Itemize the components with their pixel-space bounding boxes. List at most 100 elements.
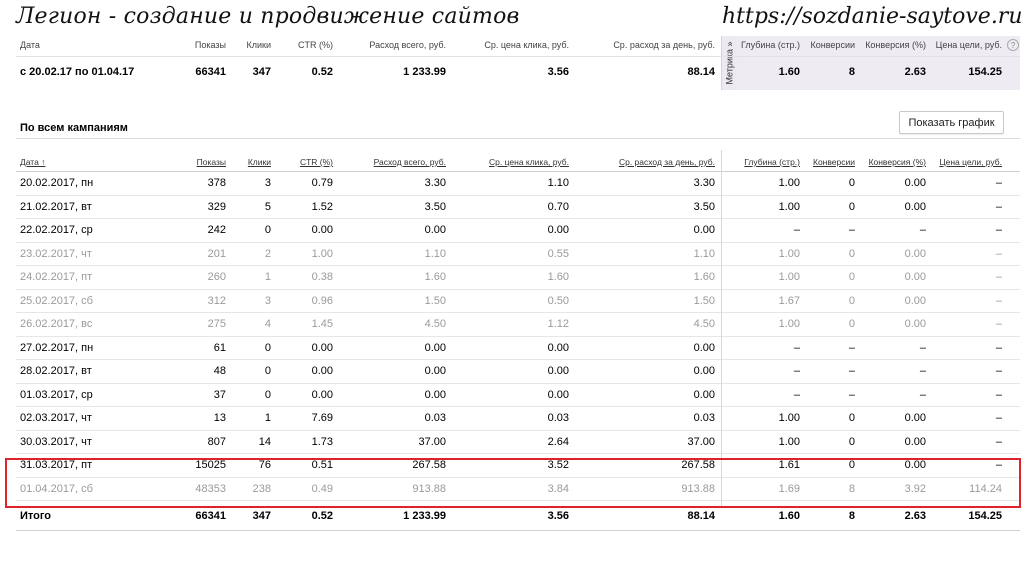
summary-divider — [16, 56, 1020, 57]
cell-avg-cpc: 1.60 — [547, 271, 569, 284]
cell-avg-daily: 0.00 — [693, 341, 715, 354]
cell-avg-cpc: 0.00 — [547, 365, 569, 378]
section-title: По всем кампаниям — [20, 122, 128, 134]
column-header-impressions[interactable]: Показы — [156, 150, 226, 171]
cell-clicks: 14 — [258, 435, 271, 448]
cell-depth: 1.00 — [778, 435, 800, 448]
cell-clicks: 4 — [264, 318, 271, 331]
table-row: 20.02.2017, пн 378 3 0.79 3.30 1.10 3.30 1.00 0 0… — [16, 172, 1020, 196]
cell-impressions: 329 — [207, 200, 226, 213]
cell-impressions: 242 — [207, 224, 226, 237]
cell-ctr: 1.73 — [311, 435, 333, 448]
cell-avg-cpc: 1.12 — [547, 318, 569, 331]
cell-ctr: 7.69 — [311, 412, 333, 425]
cell-date: 26.02.2017, вс — [20, 318, 93, 331]
cell-clicks: 0 — [264, 388, 271, 401]
cell-total-cost: 0.00 — [424, 341, 446, 354]
cell-date: 28.02.2017, вт — [20, 365, 92, 378]
cell-avg-daily: 0.00 — [693, 365, 715, 378]
table-row: 25.02.2017, сб 312 3 0.96 1.50 0.50 1.50 1.67 0 0… — [16, 290, 1020, 313]
cell-avg-daily: 0.00 — [693, 388, 715, 401]
table-row: 23.02.2017, чт 201 2 1.00 1.10 0.55 1.10 1.00 0 0… — [16, 243, 1020, 266]
summary-header-goal-cost: Цена цели, руб. — [935, 40, 1002, 50]
metrika-toggle[interactable]: Метрика » — [721, 36, 737, 90]
cell-total-cost: 1.50 — [424, 294, 446, 307]
cell-avg-cpc: 2.64 — [547, 435, 569, 448]
column-header-avg-daily[interactable]: Ср. расход за день, руб. — [569, 150, 715, 171]
cell-goal-cost: – — [995, 200, 1002, 213]
cell-total-cost: 4.50 — [424, 318, 446, 331]
column-header-conversions[interactable]: Конверсии — [800, 150, 855, 171]
cell-avg-daily: 0.00 — [693, 224, 715, 237]
column-header-goal-cost[interactable]: Цена цели, руб. — [926, 150, 1002, 171]
cell-ctr: 0.00 — [311, 224, 333, 237]
cell-clicks: 0 — [264, 341, 271, 354]
highlight-box — [5, 458, 1021, 508]
column-header-clicks[interactable]: Клики — [226, 150, 271, 171]
cell-avg-cpc: 0.00 — [547, 341, 569, 354]
question-circle-icon[interactable]: ? — [1007, 39, 1019, 51]
cell-impressions: 260 — [207, 271, 226, 284]
cell-conversions: – — [848, 388, 855, 401]
column-header-total-cost[interactable]: Расход всего, руб. — [333, 150, 446, 171]
summary-header-ctr: CTR (%) — [298, 40, 333, 50]
cell-goal-cost: – — [995, 435, 1002, 448]
cell-conversions: – — [848, 365, 855, 378]
cell-depth: 1.00 — [778, 412, 800, 425]
cell-impressions: 201 — [207, 247, 226, 260]
table-body: 20.02.2017, пн 378 3 0.79 3.30 1.10 3.30 1.00 0 0… — [16, 172, 1020, 501]
metrika-column-divider — [721, 150, 722, 508]
cell-date: 25.02.2017, сб — [20, 294, 93, 307]
cell-conversion-rate: – — [919, 224, 926, 237]
cell-avg-cpc: 0.55 — [547, 247, 569, 260]
cell-goal-cost: – — [995, 247, 1002, 260]
cell-avg-cpc: 0.03 — [547, 412, 569, 425]
summary-avg-daily: 88.14 — [687, 66, 715, 78]
cell-conversions: 0 — [848, 200, 855, 213]
cell-impressions: 378 — [207, 177, 226, 190]
summary-header-conversions: Конверсии — [810, 40, 855, 50]
table-row: 22.02.2017, ср 242 0 0.00 0.00 0.00 0.00 – – – – — [16, 219, 1020, 243]
column-header-date[interactable]: Дата ↑ — [20, 150, 45, 171]
cell-impressions: 312 — [207, 294, 226, 307]
cell-ctr: 0.38 — [311, 271, 333, 284]
cell-impressions: 48 — [213, 365, 226, 378]
show-chart-button[interactable]: Показать график — [899, 111, 1004, 134]
column-header-conversion-rate[interactable]: Конверсия (%) — [855, 150, 926, 171]
summary-conversions: 8 — [848, 66, 855, 78]
cell-total-cost: 37.00 — [418, 435, 446, 448]
column-header-depth[interactable]: Глубина (стр.) — [721, 150, 800, 171]
cell-depth: 1.67 — [778, 294, 800, 307]
cell-date: 21.02.2017, вт — [20, 200, 92, 213]
table-row: 28.02.2017, вт 48 0 0.00 0.00 0.00 0.00 – – – – — [16, 360, 1020, 384]
cell-depth: 1.00 — [778, 271, 800, 284]
table-header-row: Дата ↑ Показы Клики CTR (%) Расход всего… — [16, 150, 1020, 172]
column-header-avg-cpc[interactable]: Ср. цена клика, руб. — [446, 150, 569, 171]
cell-goal-cost: – — [995, 271, 1002, 284]
cell-date: 01.03.2017, ср — [20, 388, 93, 401]
cell-impressions: 13 — [213, 412, 226, 425]
summary-header-avg-cpc: Ср. цена клика, руб. — [484, 40, 569, 50]
table-row: 27.02.2017, пн 61 0 0.00 0.00 0.00 0.00 – – – – — [16, 337, 1020, 360]
summary-header-date: Дата — [20, 40, 40, 50]
cell-conversion-rate: – — [919, 341, 926, 354]
cell-avg-daily: 0.03 — [693, 412, 715, 425]
cell-conversion-rate: 0.00 — [904, 200, 926, 213]
cell-goal-cost: – — [995, 412, 1002, 425]
watermark-url: https://sozdanie-saytove.ru — [722, 4, 1023, 29]
summary-ctr: 0.52 — [311, 66, 333, 78]
cell-avg-daily: 1.50 — [693, 294, 715, 307]
cell-conversions: 0 — [848, 435, 855, 448]
cell-ctr: 0.00 — [311, 388, 333, 401]
cell-clicks: 3 — [264, 177, 271, 190]
column-header-ctr[interactable]: CTR (%) — [271, 150, 333, 171]
cell-conversion-rate: 0.00 — [904, 247, 926, 260]
cell-depth: 1.00 — [778, 177, 800, 190]
cell-goal-cost: – — [995, 318, 1002, 331]
cell-depth: – — [793, 341, 800, 354]
cell-avg-daily: 3.50 — [693, 200, 715, 213]
cell-ctr: 1.52 — [311, 200, 333, 213]
cell-ctr: 0.79 — [311, 177, 333, 190]
cell-impressions: 275 — [207, 318, 226, 331]
cell-total-cost: 0.00 — [424, 388, 446, 401]
